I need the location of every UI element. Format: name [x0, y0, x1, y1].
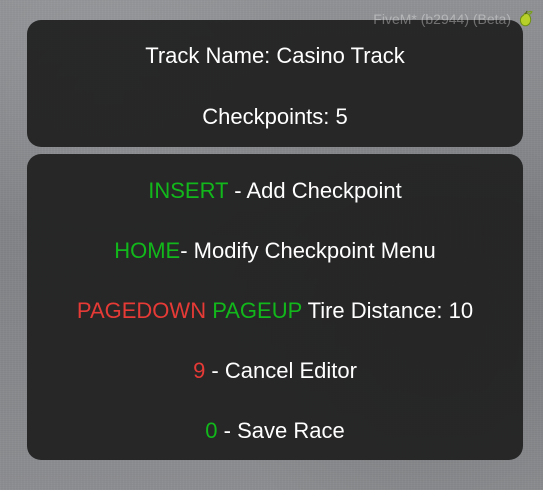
- save-race-label: - Save Race: [217, 418, 345, 443]
- home-key-label: HOME: [114, 238, 181, 263]
- insert-control-row: INSERT - Add Checkpoint: [27, 178, 523, 204]
- tire-distance-label: Tire Distance: 10: [301, 298, 474, 323]
- watermark-text: FiveM* (b2944) (Beta): [373, 11, 511, 27]
- save-key-label: 0: [205, 418, 218, 443]
- cancel-key-label: 9: [193, 358, 206, 383]
- checkpoint-count-text: Checkpoints: 5: [202, 104, 348, 129]
- lime-pear-icon: [517, 10, 535, 28]
- track-info-panel: Track Name: Casino Track Checkpoints: 5: [27, 20, 523, 147]
- save-race-row: 0 - Save Race: [27, 418, 523, 444]
- pagedown-key-label: PAGEDOWN: [76, 298, 207, 323]
- add-checkpoint-label: - Add Checkpoint: [228, 178, 402, 203]
- editor-controls-panel: INSERT - Add Checkpoint HOME- Modify Che…: [27, 154, 523, 460]
- cancel-editor-row: 9 - Cancel Editor: [27, 358, 523, 384]
- cancel-editor-label: - Cancel Editor: [205, 358, 357, 383]
- insert-key-label: INSERT: [148, 178, 229, 203]
- modify-checkpoint-menu-label: - Modify Checkpoint Menu: [180, 238, 436, 263]
- track-name-text: Track Name: Casino Track: [145, 43, 405, 68]
- tire-distance-control-row: PAGEDOWN PAGEUP Tire Distance: 10: [27, 298, 523, 324]
- pageup-key-label: PAGEUP: [212, 298, 302, 323]
- home-control-row: HOME- Modify Checkpoint Menu: [27, 238, 523, 264]
- fivem-watermark: FiveM* (b2944) (Beta): [373, 10, 535, 28]
